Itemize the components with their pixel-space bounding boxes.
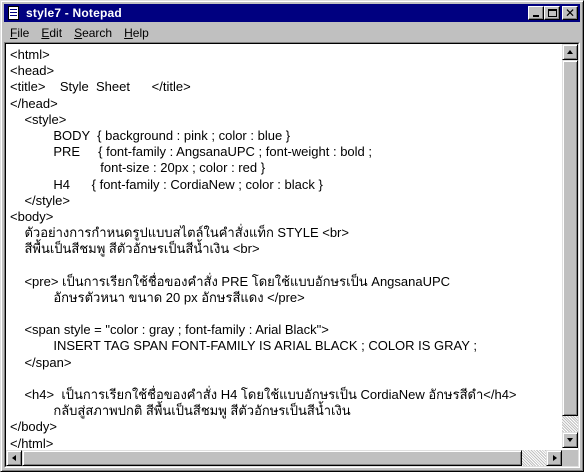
text-line[interactable] [10, 371, 562, 387]
text-line[interactable]: สีพื้นเป็นสีชมพู สีตัวอักษรเป็นสีน้ำเงิน… [10, 241, 562, 257]
scroll-left-button[interactable] [6, 450, 22, 466]
text-line[interactable]: </body> [10, 419, 562, 435]
text-line[interactable]: PRE { font-family : AngsanaUPC ; font-we… [10, 144, 562, 160]
menu-file-label: ile [17, 25, 30, 40]
window-title: style7 - Notepad [26, 6, 122, 20]
notepad-window: style7 - Notepad ✕ File Edit Search Help… [0, 0, 584, 472]
menu-help[interactable]: Help [118, 24, 155, 42]
menu-search-label: earch [82, 25, 113, 40]
arrow-left-icon [12, 455, 16, 461]
text-line[interactable]: <span style = "color : gray ; font-famil… [10, 322, 562, 338]
text-line[interactable]: <body> [10, 209, 562, 225]
maximize-button[interactable] [544, 6, 560, 20]
text-line[interactable]: <h4> เป็นการเรียกใช้ชื่อของคำสั่ง H4 โดย… [10, 387, 562, 403]
menu-help-accel: H [124, 25, 133, 40]
text-line[interactable]: </style> [10, 193, 562, 209]
menu-bar: File Edit Search Help [4, 23, 580, 42]
menu-help-label: elp [132, 25, 149, 40]
text-line[interactable]: อักษรตัวหนา ขนาด 20 px อักษรสีแดง </pre> [10, 290, 562, 306]
text-line[interactable]: ตัวอย่างการกำหนดรูปแบบสไตล์ในคำสั่งแท็ก … [10, 225, 562, 241]
vertical-scrollbar[interactable] [562, 44, 578, 448]
horizontal-scroll-thumb[interactable] [22, 450, 522, 466]
text-line[interactable]: </html> [10, 436, 562, 449]
scroll-right-button[interactable] [546, 450, 562, 466]
menu-search[interactable]: Search [68, 24, 118, 42]
text-line[interactable]: INSERT TAG SPAN FONT-FAMILY IS ARIAL BLA… [10, 338, 562, 354]
arrow-down-icon [567, 438, 573, 442]
horizontal-scrollbar[interactable] [6, 450, 562, 466]
text-line[interactable] [10, 306, 562, 322]
scroll-down-button[interactable] [562, 432, 578, 448]
scrollbar-corner [562, 450, 578, 466]
client-frame: <html> <head> <title> Style Sheet </title>… [4, 42, 580, 468]
text-line[interactable]: <style> [10, 112, 562, 128]
text-area-frame: <html> <head> <title> Style Sheet </title>… [5, 43, 579, 467]
text-line[interactable]: H4 { font-family : CordiaNew ; color : b… [10, 177, 562, 193]
maximize-icon [548, 9, 557, 17]
text-line[interactable]: </head> [10, 96, 562, 112]
menu-edit[interactable]: Edit [35, 24, 68, 42]
text-line[interactable]: BODY { background : pink ; color : blue … [10, 128, 562, 144]
menu-file[interactable]: File [4, 24, 35, 42]
scroll-up-button[interactable] [562, 44, 578, 60]
text-line[interactable]: <pre> เป็นการเรียกใช้ชื่อของคำสั่ง PRE โ… [10, 274, 562, 290]
close-button[interactable]: ✕ [562, 6, 578, 20]
arrow-up-icon [567, 50, 573, 54]
text-line[interactable] [10, 257, 562, 273]
menu-search-accel: S [74, 25, 83, 40]
text-line[interactable]: font-size : 20px ; color : red } [10, 160, 562, 176]
minimize-button[interactable] [528, 6, 544, 20]
notepad-icon[interactable] [6, 5, 22, 21]
text-editor[interactable]: <html> <head> <title> Style Sheet </title>… [6, 44, 562, 448]
minimize-icon [533, 15, 539, 17]
vertical-scroll-thumb[interactable] [562, 60, 578, 416]
text-line[interactable]: </span> [10, 355, 562, 371]
text-line[interactable]: <head> [10, 63, 562, 79]
menu-edit-label: dit [49, 25, 63, 40]
title-bar[interactable]: style7 - Notepad ✕ [4, 4, 580, 22]
text-line[interactable]: กลับสู่สภาพปกติ สีพื้นเป็นสีชมพู สีตัวอั… [10, 403, 562, 419]
text-line[interactable]: <html> [10, 47, 562, 63]
arrow-right-icon [553, 455, 557, 461]
close-icon: ✕ [564, 6, 576, 20]
text-line[interactable]: <title> Style Sheet </title> [10, 79, 562, 95]
